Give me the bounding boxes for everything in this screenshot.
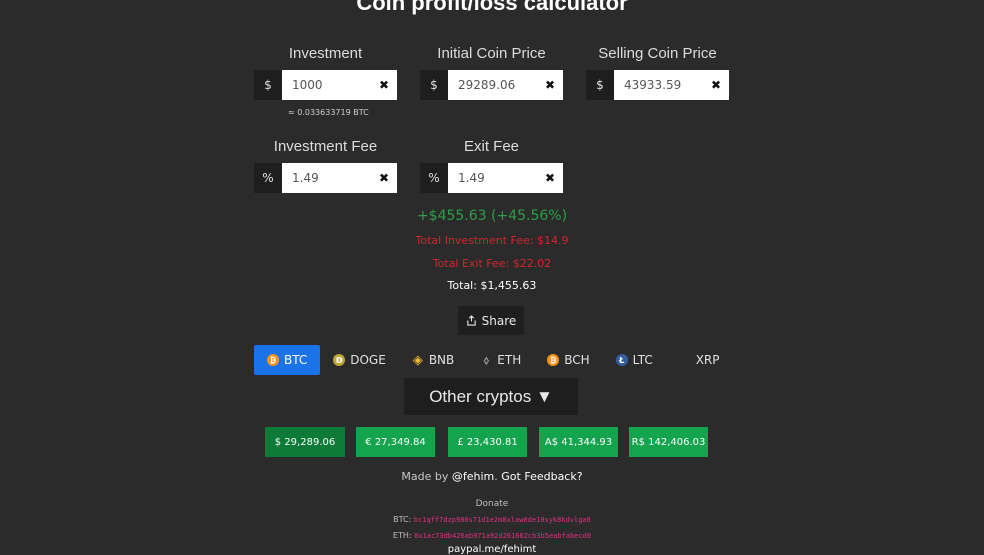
price-brl-button[interactable]: R$ 142,406.03 <box>629 427 708 457</box>
btc-address[interactable]: bc1qff7dzp980s71d1e2m8xlaw0de10syk8kdvlg… <box>414 516 591 524</box>
paypal-link[interactable]: paypal.me/fehimt <box>0 544 984 555</box>
total-exit-fee: Total Exit Fee: $22.02 <box>432 257 552 270</box>
coin-label: BCH <box>564 353 590 367</box>
coin-label: BNB <box>428 353 455 367</box>
investment-fee-input[interactable]: 1.49 ✖ <box>282 163 397 193</box>
price-gbp-button[interactable]: £ 23,430.81 <box>448 427 527 457</box>
ltc-icon: Ł <box>615 354 628 366</box>
initial-price-field-group: Initial Coin Price $ 29289.06 ✖ <box>420 44 563 100</box>
btc-donation-line: BTC: bc1qff7dzp980s71d1e2m8xlaw0de10syk8… <box>0 515 984 524</box>
donate-heading: Donate <box>475 499 509 509</box>
coin-selector: ₿ BTC Ð DOGE ◈ BNB ⬨ ETH ₿ BCH Ł LTC XRP <box>254 345 733 375</box>
coin-label: XRP <box>695 353 720 367</box>
coin-bch[interactable]: ₿ BCH <box>534 345 602 375</box>
investment-field-group: Investment $ 1000 ✖ <box>254 44 397 100</box>
selling-price-input[interactable]: 43933.59 ✖ <box>614 70 729 100</box>
bch-icon: ₿ <box>547 354 560 366</box>
exit-fee-field-group: Exit Fee % 1.49 ✖ <box>420 137 563 193</box>
share-icon <box>466 315 476 326</box>
coin-ltc[interactable]: Ł LTC <box>603 345 666 375</box>
share-label: Share <box>481 313 517 328</box>
btc-approx-text: ≈ 0.033633719 BTC <box>288 108 369 117</box>
coin-doge[interactable]: Ð DOGE <box>320 345 399 375</box>
share-button[interactable]: Share <box>458 306 524 335</box>
investment-value: 1000 <box>292 78 323 92</box>
selling-price-value: 43933.59 <box>624 78 682 92</box>
price-eur-button[interactable]: € 27,349.84 <box>356 427 435 457</box>
initial-price-label: Initial Coin Price <box>437 45 546 62</box>
exit-fee-value: 1.49 <box>458 171 485 185</box>
exit-fee-prefix: % <box>420 163 448 193</box>
coin-xrp[interactable]: XRP <box>666 345 733 375</box>
feedback-link[interactable]: Got Feedback? <box>501 470 582 483</box>
coin-label: ETH <box>497 353 522 367</box>
made-by-text: Made by <box>401 470 449 483</box>
page-title: Coin profit/loss calculator <box>356 0 628 15</box>
investment-input[interactable]: 1000 ✖ <box>282 70 397 100</box>
investment-fee-value: 1.49 <box>292 171 319 185</box>
initial-price-prefix: $ <box>420 70 448 100</box>
total-investment-fee: Total Investment Fee: $14.9 <box>415 234 569 247</box>
made-by-line: Made by @fehim. Got Feedback? <box>401 470 583 483</box>
investment-fee-prefix: % <box>254 163 282 193</box>
coin-label: DOGE <box>350 353 386 367</box>
coin-label: LTC <box>632 353 653 367</box>
coin-btc[interactable]: ₿ BTC <box>254 345 321 375</box>
close-icon[interactable]: ✖ <box>379 171 389 185</box>
eth-icon: ⬨ <box>483 352 489 367</box>
btc-donation-label: BTC: <box>393 515 412 524</box>
coin-eth[interactable]: ⬨ ETH <box>467 345 534 375</box>
doge-icon: Ð <box>333 354 346 366</box>
selling-price-prefix: $ <box>586 70 614 100</box>
investment-prefix: $ <box>254 70 282 100</box>
btc-icon: ₿ <box>267 354 279 366</box>
close-icon[interactable]: ✖ <box>545 171 555 185</box>
investment-fee-field-group: Investment Fee % 1.49 ✖ <box>254 137 397 193</box>
exit-fee-input[interactable]: 1.49 ✖ <box>448 163 563 193</box>
close-icon[interactable]: ✖ <box>379 78 389 92</box>
initial-price-input[interactable]: 29289.06 ✖ <box>448 70 563 100</box>
selling-price-label: Selling Coin Price <box>598 45 717 62</box>
coin-bnb[interactable]: ◈ BNB <box>399 345 467 375</box>
exit-fee-label: Exit Fee <box>463 138 520 155</box>
eth-donation-line: ETH: 0x1ac73db426ab971a92d261662cb3b5eab… <box>0 531 984 540</box>
other-cryptos-button[interactable]: Other cryptos ▼ <box>404 378 578 415</box>
eth-address[interactable]: 0x1ac73db426ab971a92d261662cb3b5eabfabec… <box>414 532 591 540</box>
close-icon[interactable]: ✖ <box>545 78 555 92</box>
author-link[interactable]: @fehim <box>452 470 494 483</box>
investment-label: Investment <box>288 45 363 62</box>
close-icon[interactable]: ✖ <box>711 78 721 92</box>
total-result: Total: $1,455.63 <box>447 279 537 292</box>
coin-label: BTC <box>284 353 308 367</box>
investment-fee-label: Investment Fee <box>273 138 378 155</box>
xrp-icon <box>679 354 691 366</box>
selling-price-field-group: Selling Coin Price $ 43933.59 ✖ <box>586 44 729 100</box>
profit-result: +$455.63 (+45.56%) <box>416 208 568 224</box>
price-aud-button[interactable]: A$ 41,344.93 <box>539 427 618 457</box>
bnb-icon: ◈ <box>412 352 423 368</box>
initial-price-value: 29289.06 <box>458 78 516 92</box>
price-usd-button[interactable]: $ 29,289.06 <box>265 427 345 457</box>
eth-donation-label: ETH: <box>392 531 412 540</box>
